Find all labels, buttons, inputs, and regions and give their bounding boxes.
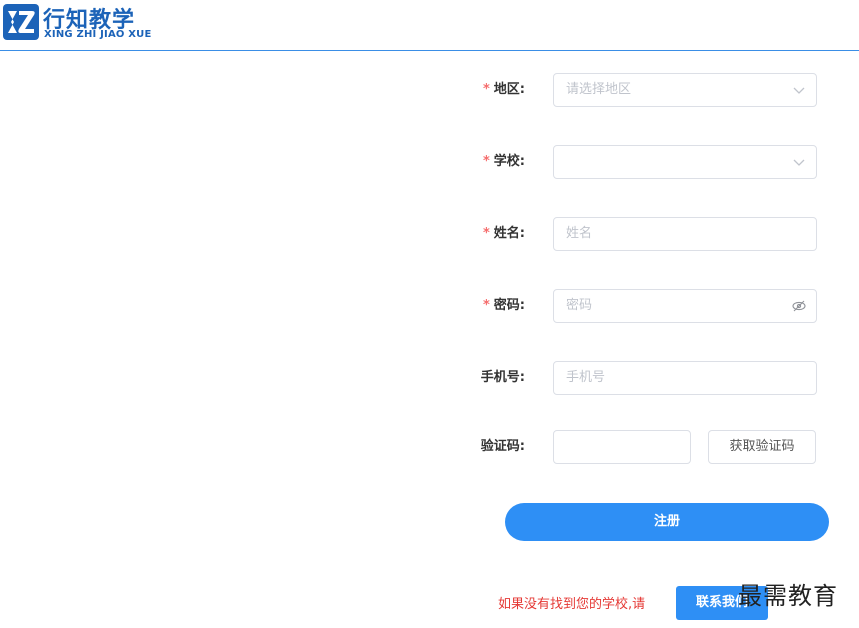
school-label: * 学校:	[482, 154, 525, 169]
form-row-name: * 姓名: 姓名	[470, 217, 830, 251]
code-label: 验证码:	[480, 439, 525, 454]
password-placeholder: 密码	[566, 298, 593, 313]
required-mark: *	[482, 298, 490, 313]
password-input[interactable]: 密码	[553, 289, 817, 323]
phone-input[interactable]: 手机号	[553, 361, 817, 395]
brand-logo[interactable]: 行知教学 XING ZHI JIAO XUE	[2, 2, 162, 46]
brand-subtitle: XING ZHI JIAO XUE	[44, 29, 152, 40]
form-row-password: * 密码: 密码	[470, 289, 830, 323]
eye-off-icon[interactable]	[792, 299, 806, 313]
form-row-phone: 手机号: 手机号	[470, 361, 830, 395]
code-input[interactable]	[553, 430, 691, 464]
form-row-school: * 学校:	[470, 145, 830, 179]
school-not-found-notice: 如果没有找到您的学校,请	[498, 597, 646, 612]
watermark: 最需教育	[738, 582, 838, 610]
top-header: 行知教学 XING ZHI JIAO XUE	[0, 0, 859, 51]
password-label: * 密码:	[482, 298, 525, 313]
form-row-code: 验证码: 获取验证码	[470, 430, 830, 464]
required-mark: *	[482, 82, 490, 97]
name-placeholder: 姓名	[566, 226, 593, 241]
name-label: * 姓名:	[482, 226, 525, 241]
register-button[interactable]: 注册	[505, 503, 829, 541]
chevron-down-icon	[793, 159, 805, 166]
phone-placeholder: 手机号	[566, 370, 606, 385]
name-input[interactable]: 姓名	[553, 217, 817, 251]
region-label: * 地区:	[482, 82, 525, 97]
phone-label: 手机号:	[480, 370, 525, 385]
get-code-button[interactable]: 获取验证码	[708, 430, 816, 464]
brand-logo-mark-icon	[3, 4, 39, 40]
required-mark: *	[482, 226, 490, 241]
school-select[interactable]	[553, 145, 817, 179]
form-row-region: * 地区: 请选择地区	[470, 73, 830, 107]
required-mark: *	[482, 154, 490, 169]
region-placeholder: 请选择地区	[566, 82, 632, 97]
region-select[interactable]: 请选择地区	[553, 73, 817, 107]
chevron-down-icon	[793, 87, 805, 94]
